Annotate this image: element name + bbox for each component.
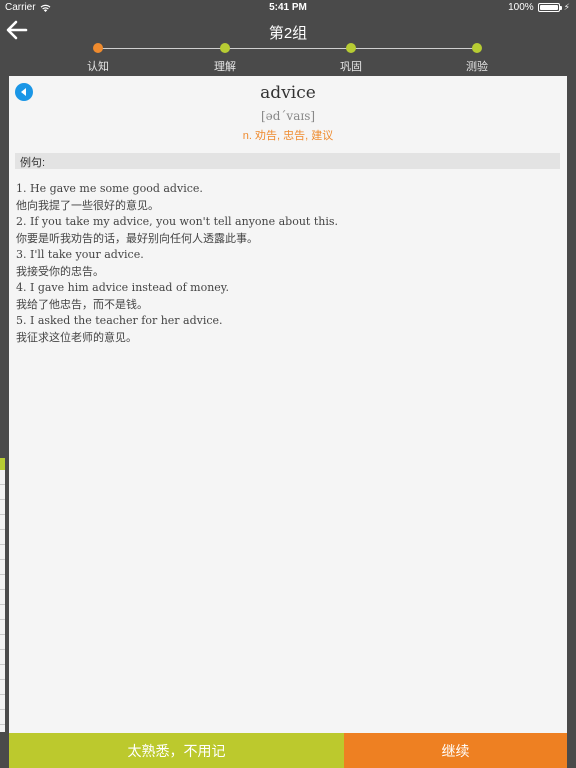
step-test: 测验 — [447, 42, 507, 74]
step-understanding: 理解 — [195, 42, 255, 74]
side-strip-lines — [0, 470, 5, 732]
progress-line — [98, 48, 480, 49]
example-chinese: 他向我提了一些很好的意见。 — [16, 200, 159, 212]
example-english: 5. I asked the teacher for her advice. — [16, 314, 223, 327]
definition: n. 劝告, 忠告, 建议 — [242, 130, 334, 142]
bottom-action-bar: 太熟悉，不用记 继续 — [9, 733, 567, 768]
example-item: 5. I asked the teacher for her advice. 我… — [16, 313, 556, 346]
status-time: 5:41 PM — [269, 2, 307, 13]
example-chinese: 我征求这位老师的意见。 — [16, 332, 137, 344]
example-english: 3. I'll take your advice. — [16, 248, 144, 261]
examples-list: 1. He gave me some good advice. 他向我提了一些很… — [16, 181, 556, 346]
too-familiar-button[interactable]: 太熟悉，不用记 — [9, 733, 344, 768]
status-right: 100% ⚡ — [508, 2, 570, 13]
example-item: 2. If you take my advice, you won't tell… — [16, 214, 556, 247]
step-consolidation: 巩固 — [321, 42, 381, 74]
example-english: 4. I gave him advice instead of money. — [16, 281, 230, 294]
step-label: 测验 — [466, 61, 488, 73]
charging-icon: ⚡ — [563, 2, 570, 12]
step-dot — [472, 43, 482, 53]
step-dot — [93, 43, 103, 53]
page-title: 第2组 — [268, 25, 308, 42]
example-item: 3. I'll take your advice. 我接受你的忠告。 — [16, 247, 556, 280]
step-cognition: 认知 — [68, 42, 128, 74]
example-english: 1. He gave me some good advice. — [16, 182, 203, 195]
progress-steps: 认知 理解 巩固 测验 — [60, 42, 518, 74]
example-item: 4. I gave him advice instead of money. 我… — [16, 280, 556, 313]
word-card: advice [əd΄vaɪs] n. 劝告, 忠告, 建议 例句: 1. He… — [9, 76, 567, 768]
step-label: 理解 — [214, 61, 236, 73]
example-item: 1. He gave me some good advice. 他向我提了一些很… — [16, 181, 556, 214]
continue-button[interactable]: 继续 — [344, 733, 567, 768]
phonetic: [əd΄vaɪs] — [260, 109, 316, 123]
example-chinese: 我接受你的忠告。 — [16, 266, 104, 278]
example-chinese: 我给了他忠告，而不是钱。 — [16, 299, 148, 311]
battery-percent: 100% — [508, 2, 534, 13]
example-chinese: 你要是听我劝告的话，最好别向任何人透露此事。 — [16, 233, 258, 245]
word: advice — [260, 83, 316, 103]
step-label: 巩固 — [340, 61, 362, 73]
battery-icon — [537, 3, 562, 12]
step-dot — [220, 43, 230, 53]
step-dot — [346, 43, 356, 53]
examples-header: 例句: — [15, 153, 560, 169]
step-label: 认知 — [87, 61, 109, 73]
example-english: 2. If you take my advice, you won't tell… — [16, 215, 339, 228]
status-bar: Carrier 5:41 PM 100% ⚡ — [0, 0, 576, 16]
